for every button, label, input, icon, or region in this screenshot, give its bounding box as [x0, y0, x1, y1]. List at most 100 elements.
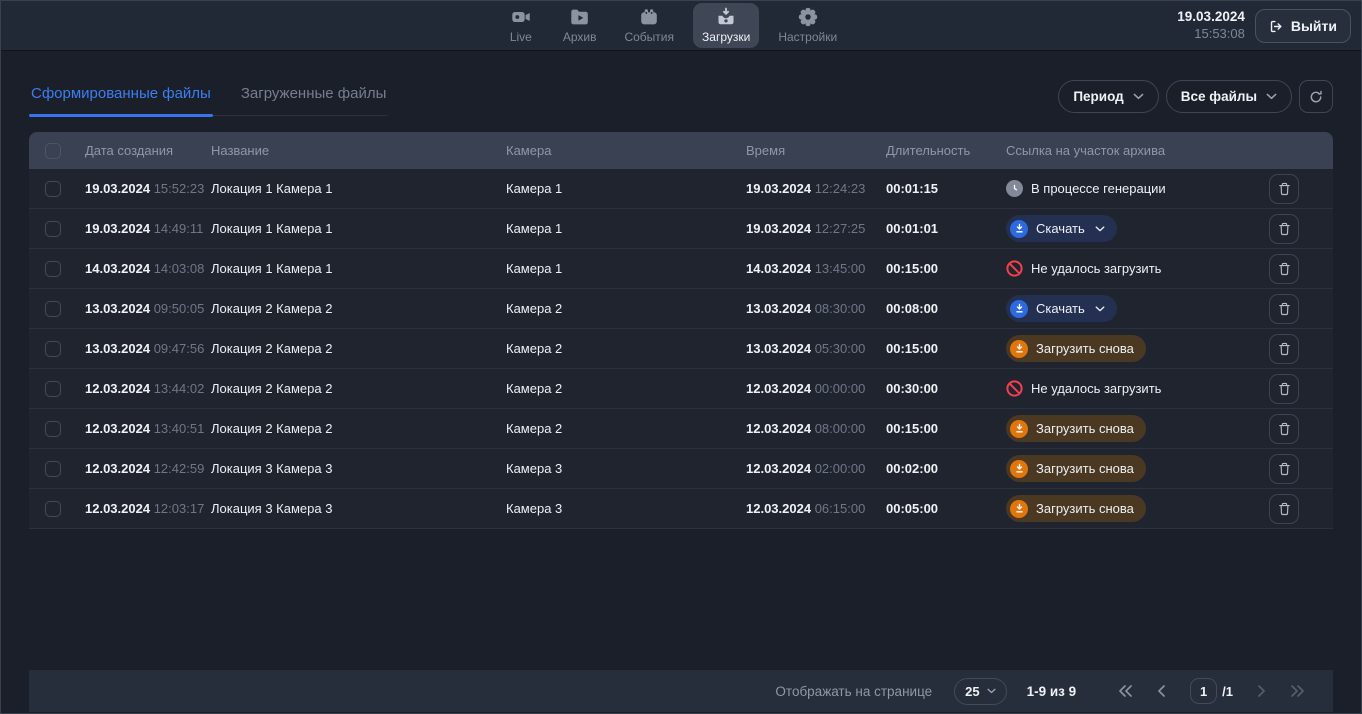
last-page-button[interactable]: [1290, 685, 1305, 697]
delete-row-button[interactable]: [1269, 414, 1299, 444]
tabs-row: Сформированные файлы Загруженные файлы П…: [29, 85, 1333, 116]
status-label: Не удалось загрузить: [1031, 381, 1161, 396]
retry-download-button[interactable]: Загрузить снова: [1006, 415, 1146, 442]
nav-item-settings[interactable]: Настройки: [769, 3, 846, 48]
nav-item-events[interactable]: События: [615, 3, 683, 48]
delete-row-button[interactable]: [1269, 254, 1299, 284]
status-cell: Загрузить снова: [1006, 495, 1269, 522]
column-header-archive-link: Ссылка на участок архива: [1006, 143, 1269, 158]
download-button[interactable]: Скачать: [1006, 215, 1117, 242]
table-row: 12.03.2024 13:40:51 Локация 2 Камера 2 К…: [29, 409, 1333, 449]
retry-download-button[interactable]: Загрузить снова: [1006, 335, 1146, 362]
chevron-down-icon: [1093, 306, 1105, 312]
events-icon: [638, 6, 660, 28]
nav-label: Настройки: [778, 30, 837, 44]
retry-download-button[interactable]: Загрузить снова: [1006, 455, 1146, 482]
first-page-button[interactable]: [1118, 685, 1133, 697]
chevron-left-icon: [1157, 685, 1166, 697]
created-cell: 12.03.2024 12:42:59: [85, 461, 211, 476]
delete-row-button[interactable]: [1269, 294, 1299, 324]
nav-item-archive[interactable]: Архив: [554, 3, 606, 48]
delete-row-button[interactable]: [1269, 214, 1299, 244]
main-content: Сформированные файлы Загруженные файлы П…: [1, 85, 1361, 529]
prev-page-button[interactable]: [1157, 685, 1166, 697]
current-page-input[interactable]: 1: [1190, 678, 1217, 704]
table-row: 14.03.2024 14:03:08 Локация 1 Камера 1 К…: [29, 249, 1333, 289]
next-page-button[interactable]: [1257, 685, 1266, 697]
table-body: 19.03.2024 15:52:23 Локация 1 Камера 1 К…: [29, 169, 1333, 529]
created-cell: 13.03.2024 09:47:56: [85, 341, 211, 356]
duration-cell: 00:15:00: [886, 261, 1006, 276]
time-cell: 12.03.2024 02:00:00: [746, 461, 886, 476]
row-checkbox[interactable]: [45, 461, 61, 477]
total-pages-text: /1: [1222, 684, 1233, 699]
delete-row-button[interactable]: [1269, 374, 1299, 404]
system-date: 19.03.2024: [1177, 9, 1245, 26]
duration-cell: 00:01:01: [886, 221, 1006, 236]
created-cell: 13.03.2024 09:50:05: [85, 301, 211, 316]
row-checkbox[interactable]: [45, 421, 61, 437]
row-checkbox[interactable]: [45, 181, 61, 197]
row-checkbox[interactable]: [45, 221, 61, 237]
row-checkbox[interactable]: [45, 301, 61, 317]
camera-cell: Камера 3: [506, 461, 746, 476]
per-page-select[interactable]: 25: [954, 678, 1006, 705]
camera-cell: Камера 2: [506, 381, 746, 396]
delete-row-button[interactable]: [1269, 174, 1299, 204]
double-chevron-right-icon: [1290, 685, 1305, 697]
table-row: 12.03.2024 12:03:17 Локация 3 Камера 3 К…: [29, 489, 1333, 529]
per-page-value: 25: [965, 684, 979, 699]
app-window: Live Архив: [0, 0, 1362, 714]
column-header-duration: Длительность: [886, 143, 1006, 158]
main-nav: Live Архив: [498, 3, 846, 48]
status-failed: Не удалось загрузить: [1006, 260, 1161, 277]
archive-folder-icon: [569, 6, 591, 28]
retry-download-button[interactable]: Загрузить снова: [1006, 495, 1146, 522]
table-row: 19.03.2024 15:52:23 Локация 1 Камера 1 К…: [29, 169, 1333, 209]
trash-icon: [1277, 181, 1292, 197]
duration-cell: 00:15:00: [886, 421, 1006, 436]
download-button[interactable]: Скачать: [1006, 295, 1117, 322]
period-filter-button[interactable]: Период: [1058, 80, 1158, 113]
column-header-camera: Камера: [506, 143, 746, 158]
page-range-text: 1-9 из 9: [1027, 684, 1077, 699]
files-filter-button[interactable]: Все файлы: [1166, 80, 1292, 113]
nav-item-downloads[interactable]: Загрузки: [693, 3, 759, 48]
refresh-icon: [1308, 89, 1324, 105]
tab-generated-files[interactable]: Сформированные файлы: [29, 85, 213, 115]
duration-cell: 00:15:00: [886, 341, 1006, 356]
time-cell: 14.03.2024 13:45:00: [746, 261, 886, 276]
download-circle-icon: [1010, 500, 1028, 518]
logout-button[interactable]: Выйти: [1255, 9, 1351, 43]
time-cell: 13.03.2024 08:30:00: [746, 301, 886, 316]
download-circle-icon: [1010, 420, 1028, 438]
chevron-down-icon: [987, 688, 996, 694]
table-row: 12.03.2024 12:42:59 Локация 3 Камера 3 К…: [29, 449, 1333, 489]
system-time: 15:53:08: [1177, 26, 1245, 42]
trash-icon: [1277, 221, 1292, 237]
double-chevron-left-icon: [1118, 685, 1133, 697]
delete-row-button[interactable]: [1269, 454, 1299, 484]
row-checkbox[interactable]: [45, 381, 61, 397]
retry-button-label: Загрузить снова: [1036, 461, 1134, 476]
status-cell: В процессе генерации: [1006, 180, 1269, 197]
name-cell: Локация 1 Камера 1: [211, 221, 506, 236]
refresh-button[interactable]: [1299, 80, 1333, 113]
select-all-checkbox[interactable]: [45, 143, 61, 159]
delete-row-button[interactable]: [1269, 334, 1299, 364]
row-checkbox[interactable]: [45, 261, 61, 277]
chevron-right-icon: [1257, 685, 1266, 697]
name-cell: Локация 3 Камера 3: [211, 501, 506, 516]
column-header-name: Название: [211, 143, 506, 158]
tab-uploaded-files[interactable]: Загруженные файлы: [239, 85, 389, 115]
time-cell: 12.03.2024 00:00:00: [746, 381, 886, 396]
column-header-time: Время: [746, 143, 886, 158]
delete-row-button[interactable]: [1269, 494, 1299, 524]
downloads-icon: [715, 6, 737, 28]
clock-icon: [1006, 180, 1023, 197]
row-checkbox[interactable]: [45, 501, 61, 517]
row-checkbox[interactable]: [45, 341, 61, 357]
created-cell: 12.03.2024 12:03:17: [85, 501, 211, 516]
nav-item-live[interactable]: Live: [498, 3, 544, 48]
status-label: В процессе генерации: [1031, 181, 1166, 196]
